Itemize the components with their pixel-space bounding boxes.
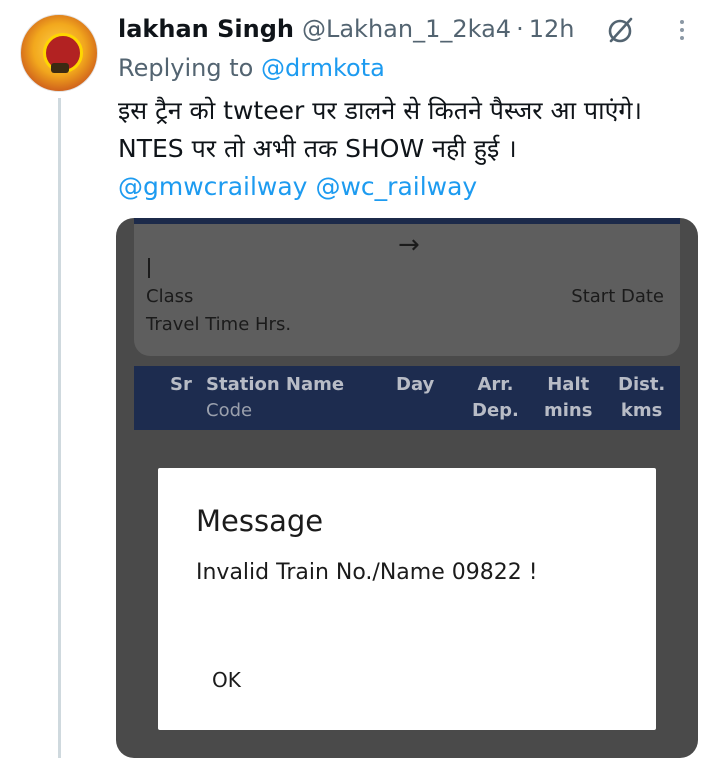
tweet-time[interactable]: 12h [529, 15, 575, 43]
author-name[interactable]: lakhan Singh [118, 15, 294, 43]
mention-link[interactable]: @gmwcrailway [118, 172, 307, 201]
dialog-title: Message [196, 504, 324, 538]
more-options-icon[interactable] [672, 14, 692, 46]
card-top-bar [134, 218, 680, 224]
start-date-label: Start Date [571, 286, 664, 307]
thread-line [58, 98, 61, 758]
col-code: Code [206, 400, 253, 421]
separator-dot: · [516, 15, 524, 43]
tweet-media-image[interactable]: → Class Start Date Travel Time Hrs. Sr S… [116, 218, 698, 758]
tweet-header: lakhan Singh @Lakhan_1_2ka4 · 12h [118, 12, 574, 46]
text-cursor [148, 258, 150, 278]
dialog-message: Invalid Train No./Name 09822 ! [196, 560, 538, 585]
replying-mention[interactable]: @drmkota [261, 54, 385, 82]
tweet-text-line-2: NTES पर तो अभी तक SHOW नही हुई । [118, 134, 517, 163]
avatar-logo-detail [51, 63, 69, 73]
travel-time-label: Travel Time Hrs. [146, 314, 292, 335]
col-arr-dep: Arr. Dep. [472, 374, 519, 421]
message-dialog: Message Invalid Train No./Name 09822 ! O… [158, 468, 656, 730]
arrow-right-icon: → [398, 230, 420, 260]
tweet-mentions: @gmwcrailway @wc_railway [118, 168, 708, 206]
author-handle[interactable]: @Lakhan_1_2ka4 [302, 15, 511, 43]
ok-button[interactable]: OK [212, 668, 241, 692]
tweet-text: इस ट्रैन को twteer पर डालने से कितने पैस… [118, 92, 708, 206]
col-halt: Halt mins [544, 374, 593, 421]
col-sr: Sr [170, 374, 192, 395]
replying-prefix: Replying to [118, 54, 254, 82]
schedule-table-header: Sr Station Name Code Day Arr. Dep. Halt … [134, 366, 680, 430]
grok-icon[interactable] [604, 14, 636, 46]
class-label: Class [146, 286, 194, 307]
train-info-card: → Class Start Date Travel Time Hrs. [134, 218, 680, 356]
replying-to: Replying to @drmkota [118, 54, 385, 82]
mention-link[interactable]: @wc_railway [315, 172, 477, 201]
col-dist: Dist. kms [618, 374, 666, 421]
col-day: Day [396, 374, 435, 395]
avatar[interactable] [20, 14, 98, 92]
col-station-name: Station Name Code [206, 372, 344, 424]
tweet-text-line-1: इस ट्रैन को twteer पर डालने से कितने पैस… [118, 96, 642, 125]
